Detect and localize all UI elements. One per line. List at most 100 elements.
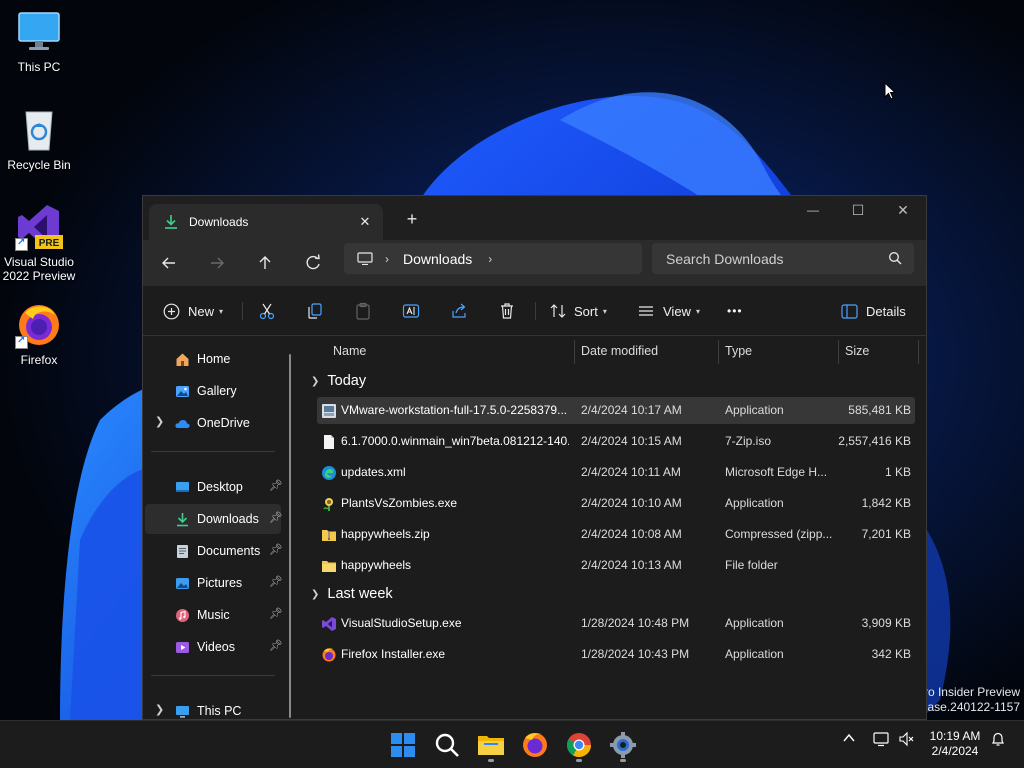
- tab-downloads[interactable]: Downloads ✕: [149, 204, 383, 240]
- pin-icon[interactable]: 📌︎: [269, 543, 283, 556]
- nav-item-downloads[interactable]: Downloads 📌︎: [145, 504, 283, 534]
- details-pane-button[interactable]: Details: [841, 299, 906, 323]
- separator: [242, 302, 243, 320]
- paste-button[interactable]: [354, 299, 372, 323]
- breadcrumb-separator[interactable]: ›: [488, 252, 492, 266]
- refresh-button[interactable]: [298, 248, 328, 278]
- column-divider[interactable]: [918, 340, 919, 364]
- view-button[interactable]: View ▾: [637, 299, 700, 323]
- notifications-button[interactable]: [990, 731, 1006, 750]
- file-type: Compressed (zipp...: [725, 527, 833, 541]
- column-header-type[interactable]: Type: [725, 340, 752, 362]
- column-header-name[interactable]: Name: [333, 340, 366, 362]
- music-icon: [176, 609, 189, 622]
- file-row[interactable]: Firefox Installer.exe 1/28/2024 10:43 PM…: [317, 641, 915, 668]
- file-row[interactable]: happywheels.zip 2/4/2024 10:08 AM Compre…: [317, 521, 915, 548]
- more-options-button[interactable]: •••: [727, 299, 743, 323]
- chevron-down-icon: ▾: [219, 306, 224, 316]
- breadcrumb-downloads[interactable]: Downloads: [403, 251, 472, 267]
- column-header-date-modified[interactable]: Date modified: [581, 340, 658, 362]
- cut-button[interactable]: [258, 299, 276, 323]
- pin-icon[interactable]: 📌︎: [269, 639, 283, 652]
- new-tab-button[interactable]: +: [401, 209, 423, 231]
- nav-item-gallery[interactable]: Gallery: [145, 376, 281, 406]
- file-type: Application: [725, 496, 784, 510]
- nav-item-videos[interactable]: Videos 📌︎: [145, 632, 283, 662]
- nav-label: Gallery: [197, 384, 237, 398]
- file-row[interactable]: PlantsVsZombies.exe 2/4/2024 10:10 AM Ap…: [317, 490, 915, 517]
- file-explorer-button[interactable]: [475, 729, 507, 762]
- new-label: New: [188, 303, 215, 319]
- group-title: Today: [327, 373, 367, 389]
- file-row[interactable]: updates.xml 2/4/2024 10:11 AM Microsoft …: [317, 459, 915, 486]
- delete-button[interactable]: [498, 299, 516, 323]
- address-bar[interactable]: › Downloads ›: [344, 243, 642, 274]
- new-button[interactable]: New ▾: [163, 299, 223, 323]
- maximize-button[interactable]: ☐: [835, 196, 881, 226]
- file-size: 1 KB: [884, 465, 911, 479]
- settings-button[interactable]: [607, 729, 639, 762]
- title-bar[interactable]: Downloads ✕ + — ☐ ✕: [143, 196, 926, 240]
- minimize-button[interactable]: —: [790, 196, 836, 226]
- group-header-today[interactable]: ❯ Today: [311, 370, 366, 392]
- nav-item-music[interactable]: Music 📌︎: [145, 600, 283, 630]
- network-status-button[interactable]: [872, 731, 890, 750]
- desktop-icon-recycle-bin[interactable]: Recycle Bin: [1, 106, 77, 172]
- file-date: 1/28/2024 10:48 PM: [581, 616, 690, 630]
- share-button[interactable]: [450, 299, 468, 323]
- file-explorer-window[interactable]: Downloads ✕ + — ☐ ✕ › Downloads › Search…: [142, 195, 927, 720]
- file-row[interactable]: VMware-workstation-full-17.5.0-2258379..…: [317, 397, 915, 424]
- group-header-last-week[interactable]: ❯ Last week: [311, 583, 393, 605]
- search-button[interactable]: [431, 729, 463, 761]
- forward-button[interactable]: [202, 248, 232, 278]
- pin-icon[interactable]: 📌︎: [269, 607, 283, 620]
- chevron-right-icon[interactable]: ❯: [155, 415, 164, 428]
- show-hidden-icons-button[interactable]: [842, 731, 856, 748]
- clock[interactable]: 10:19 AM 2/4/2024: [920, 729, 990, 759]
- close-window-button[interactable]: ✕: [880, 196, 926, 226]
- search-input[interactable]: Search Downloads: [652, 243, 914, 274]
- firefox-button[interactable]: [519, 729, 551, 761]
- desktop-icon-firefox[interactable]: Firefox: [1, 301, 77, 367]
- view-label: View: [663, 303, 691, 319]
- nav-item-pictures[interactable]: Pictures 📌︎: [145, 568, 283, 598]
- file-row[interactable]: VisualStudioSetup.exe 1/28/2024 10:48 PM…: [317, 610, 915, 637]
- sort-button[interactable]: Sort ▾: [549, 299, 607, 323]
- visual-studio-preview-icon: PRE: [15, 203, 63, 251]
- details-label: Details: [866, 303, 906, 319]
- nav-item-this-pc[interactable]: ❯ This PC: [145, 696, 281, 719]
- search-icon: [435, 733, 459, 757]
- start-button[interactable]: [387, 729, 419, 761]
- nav-item-home[interactable]: Home: [145, 344, 281, 374]
- rename-button[interactable]: [402, 299, 420, 323]
- file-row[interactable]: 6.1.7000.0.winmain_win7beta.081212-140..…: [317, 428, 915, 455]
- pin-icon[interactable]: 📌︎: [269, 575, 283, 588]
- nav-divider: [151, 675, 275, 676]
- nav-item-desktop[interactable]: Desktop 📌︎: [145, 472, 283, 502]
- share-icon: [452, 303, 466, 318]
- up-button[interactable]: [250, 248, 280, 278]
- close-tab-icon[interactable]: ✕: [357, 214, 373, 230]
- column-divider[interactable]: [574, 340, 575, 364]
- file-size: 3,909 KB: [861, 616, 911, 630]
- copy-button[interactable]: [306, 299, 324, 323]
- volume-button[interactable]: [898, 731, 916, 750]
- chevron-right-icon[interactable]: ❯: [155, 703, 164, 716]
- chevron-down-icon: ❯: [311, 588, 320, 600]
- column-divider[interactable]: [838, 340, 839, 364]
- nav-label: This PC: [197, 704, 242, 718]
- column-header-size[interactable]: Size: [845, 340, 869, 362]
- nav-item-onedrive[interactable]: ❯ OneDrive: [145, 408, 281, 438]
- navigation-scrollbar[interactable]: [289, 354, 291, 718]
- back-button[interactable]: [154, 248, 184, 278]
- chrome-button[interactable]: [563, 729, 595, 762]
- desktop-icon-visual-studio-preview[interactable]: PRE Visual Studio 2022 Preview: [1, 203, 77, 283]
- breadcrumb-separator[interactable]: ›: [385, 252, 389, 266]
- nav-item-documents[interactable]: Documents 📌︎: [145, 536, 283, 566]
- file-row[interactable]: happywheels 2/4/2024 10:13 AM File folde…: [317, 552, 915, 579]
- iso-file-icon: [324, 435, 334, 449]
- pin-icon[interactable]: 📌︎: [269, 479, 283, 492]
- column-divider[interactable]: [718, 340, 719, 364]
- pin-icon[interactable]: 📌︎: [269, 511, 283, 524]
- desktop-icon-this-pc[interactable]: This PC: [1, 8, 77, 74]
